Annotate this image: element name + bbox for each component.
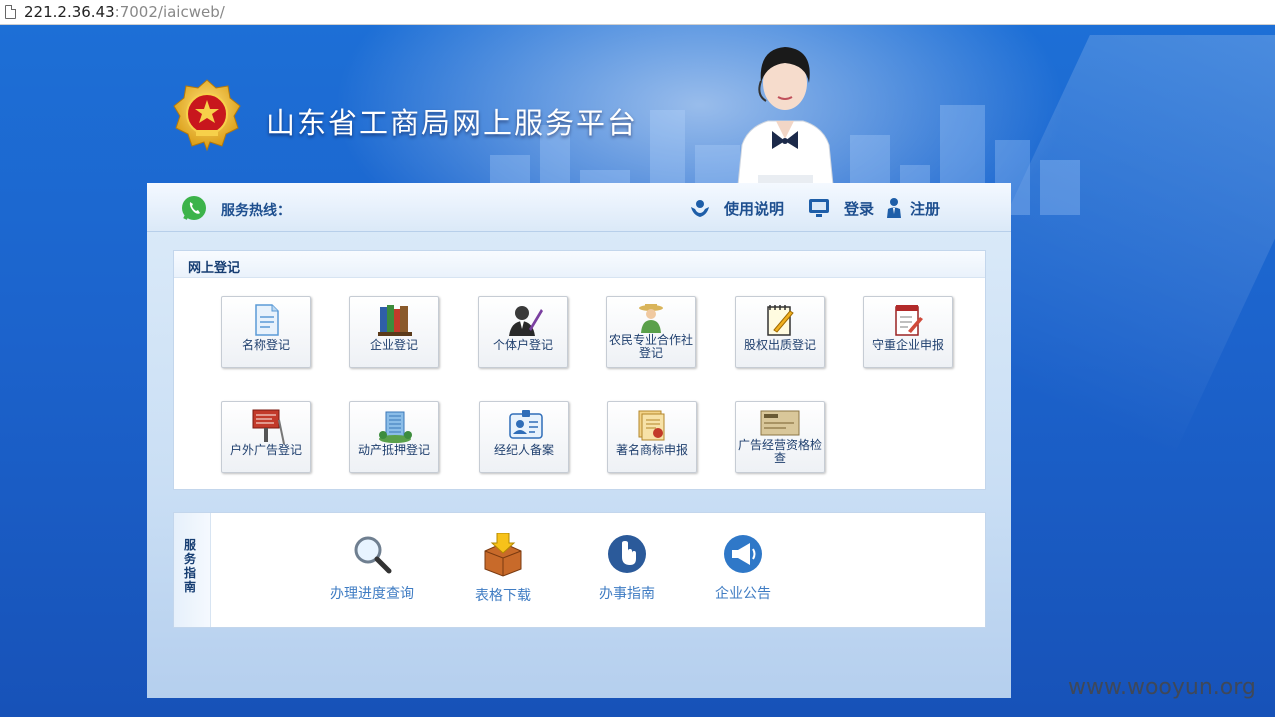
guide-form-download[interactable]: 表格下载 bbox=[453, 533, 553, 613]
tile-trustworthy-enterprise-declaration[interactable]: 守重企业申报 bbox=[863, 296, 953, 368]
hand-pointer-icon bbox=[608, 535, 646, 573]
site-title: 山东省工商局网上服务平台 bbox=[266, 106, 639, 140]
tile-label: 个体户登记 bbox=[492, 338, 553, 352]
tile-label: 企业登记 bbox=[369, 338, 418, 352]
help-hands-icon bbox=[691, 200, 709, 217]
section-header: 网上登记 bbox=[174, 251, 985, 278]
download-box-icon bbox=[484, 533, 522, 577]
guide-progress-query[interactable]: 办理进度查询 bbox=[322, 533, 422, 613]
notepad-pen-icon bbox=[767, 305, 794, 336]
billboard-icon bbox=[252, 409, 285, 444]
tile-label: 名称登记 bbox=[241, 338, 290, 352]
document-icon bbox=[255, 304, 279, 336]
tile-label: 动产抵押登记 bbox=[357, 443, 430, 457]
magnifier-icon bbox=[354, 536, 392, 574]
guide-label: 企业公告 bbox=[715, 586, 771, 602]
monitor-icon bbox=[809, 199, 829, 217]
tile-equity-pledge-registration[interactable]: 股权出质登记 bbox=[735, 296, 825, 368]
receptionist-image bbox=[737, 47, 834, 185]
section-title: 网上登记 bbox=[188, 261, 241, 276]
national-emblem-icon bbox=[173, 79, 241, 152]
tile-label: 农民专业合作社登记 bbox=[609, 333, 694, 360]
user-register-icon bbox=[887, 198, 901, 218]
online-registration-section: 网上登记 名称登记 企业登记 个体户登记 农民专业合作社登记 股权出质登记 守重… bbox=[173, 250, 986, 490]
guide-label: 办理进度查询 bbox=[330, 586, 414, 602]
megaphone-icon bbox=[724, 535, 762, 573]
tile-ad-business-qualification-check[interactable]: 广告经营资格检查 bbox=[735, 401, 825, 473]
building-icon bbox=[379, 411, 412, 443]
tile-outdoor-ad-registration[interactable]: 户外广告登记 bbox=[221, 401, 311, 473]
books-icon bbox=[378, 305, 412, 336]
tile-label: 广告经营资格检查 bbox=[738, 438, 823, 465]
guide-label: 办事指南 bbox=[599, 586, 655, 602]
tile-label: 守重企业申报 bbox=[871, 338, 944, 352]
tile-enterprise-registration[interactable]: 企业登记 bbox=[349, 296, 439, 368]
tile-farmer-cooperative-registration[interactable]: 农民专业合作社登记 bbox=[606, 296, 696, 368]
register-link[interactable]: 注册 bbox=[910, 198, 940, 219]
tile-label: 股权出质登记 bbox=[743, 338, 816, 352]
page-icon bbox=[5, 5, 16, 19]
login-link[interactable]: 登录 bbox=[844, 198, 874, 219]
tile-label: 经纪人备案 bbox=[493, 443, 554, 457]
address-bar[interactable]: 221.2.36.43 :7002/iaicweb/ bbox=[0, 0, 1275, 25]
tile-name-registration[interactable]: 名称登记 bbox=[221, 296, 311, 368]
clipboard-icon bbox=[895, 305, 923, 336]
main-panel: 服务热线： 使用说明 登录 注册 网上登记 名称登记 企业登记 个体户登记 农民… bbox=[147, 183, 1011, 698]
tile-broker-filing[interactable]: 经纪人备案 bbox=[479, 401, 569, 473]
tile-label: 户外广告登记 bbox=[229, 443, 302, 457]
url-path: :7002/iaicweb/ bbox=[114, 3, 225, 21]
help-link[interactable]: 使用说明 bbox=[724, 198, 784, 219]
id-card-icon bbox=[509, 410, 543, 439]
service-guide-section: 服务指南 办理进度查询 表格下载 办事指南 企业公告 bbox=[173, 512, 986, 628]
guide-service-instructions[interactable]: 办事指南 bbox=[577, 533, 677, 613]
service-guide-sidebar: 服务指南 bbox=[174, 513, 211, 627]
farmer-icon bbox=[639, 304, 663, 333]
guide-enterprise-announcement[interactable]: 企业公告 bbox=[693, 533, 793, 613]
hotline-label: 服务热线： bbox=[221, 203, 291, 219]
service-guide-title: 服务指南 bbox=[184, 538, 197, 594]
url-host: 221.2.36.43 bbox=[24, 3, 115, 21]
tile-individual-registration[interactable]: 个体户登记 bbox=[478, 296, 568, 368]
guide-label: 表格下载 bbox=[475, 588, 531, 604]
check-icon bbox=[760, 410, 800, 436]
tile-chattel-mortgage-registration[interactable]: 动产抵押登记 bbox=[349, 401, 439, 473]
person-pen-icon bbox=[509, 306, 543, 336]
watermark-text: www.wooyun.org bbox=[1068, 675, 1256, 700]
trademark-icon bbox=[638, 410, 665, 441]
phone-chat-icon bbox=[182, 196, 206, 220]
top-bar: 服务热线： 使用说明 登录 注册 bbox=[147, 183, 1011, 232]
tile-label: 著名商标申报 bbox=[615, 443, 688, 457]
tile-famous-trademark-declaration[interactable]: 著名商标申报 bbox=[607, 401, 697, 473]
